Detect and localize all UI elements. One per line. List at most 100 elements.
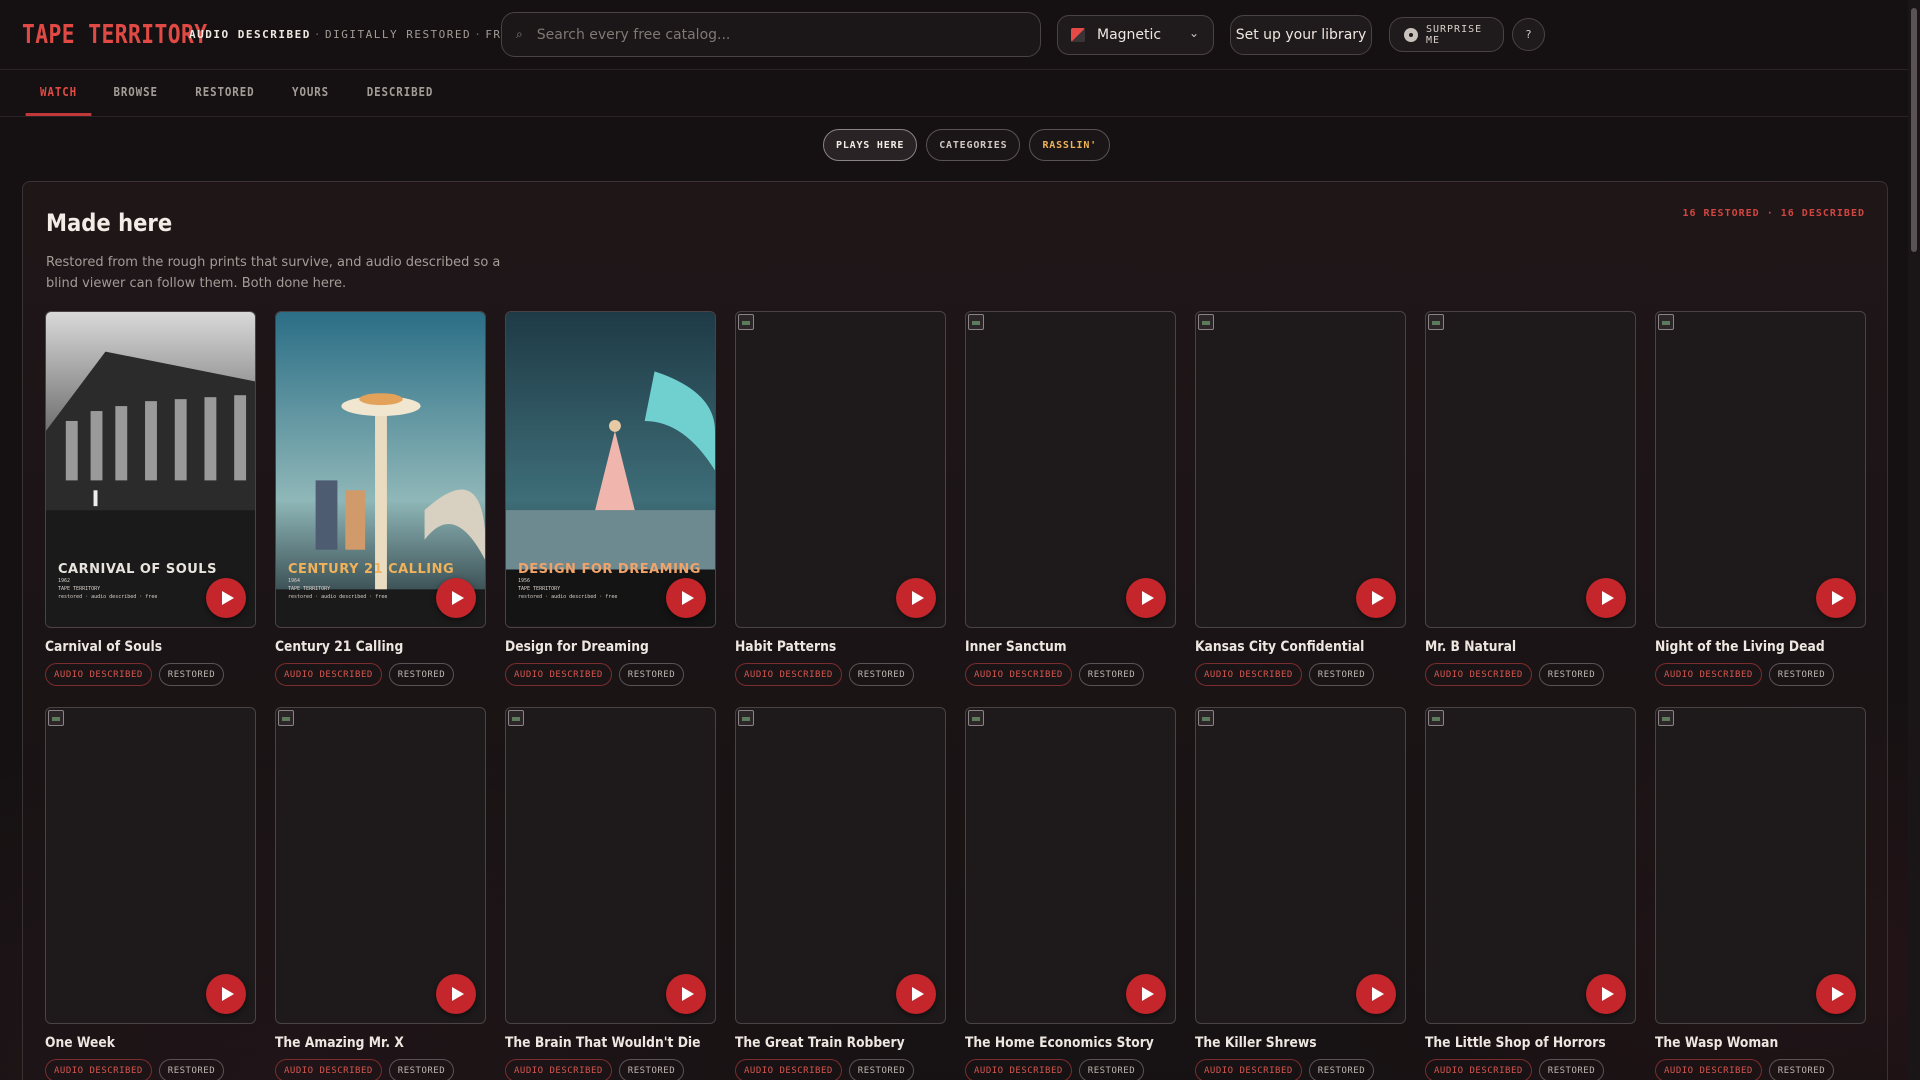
play-button[interactable] — [206, 974, 246, 1014]
film-title[interactable]: The Killer Shrews — [1195, 1035, 1381, 1051]
badge-restored: RESTORED — [848, 663, 915, 686]
film-card[interactable]: CARNIVAL OF SOULS 1962 TAPE TERRITORY resto… — [45, 311, 256, 686]
poster-year: 1964 — [288, 578, 301, 584]
film-poster[interactable] — [1195, 311, 1406, 628]
play-button[interactable] — [1586, 974, 1626, 1014]
film-card[interactable]: The Wasp Woman AUDIO DESCRIBED RESTORED — [1655, 707, 1866, 1080]
play-button[interactable] — [1816, 578, 1856, 618]
play-button[interactable] — [1356, 974, 1396, 1014]
film-title[interactable]: One Week — [45, 1035, 231, 1051]
film-poster[interactable] — [1655, 311, 1866, 628]
film-title[interactable]: The Great Train Robbery — [735, 1035, 921, 1051]
badge-restored: RESTORED — [1078, 1059, 1145, 1080]
film-poster[interactable] — [1425, 707, 1636, 1024]
play-button[interactable] — [436, 974, 476, 1014]
film-card[interactable]: The Amazing Mr. X AUDIO DESCRIBED RESTORED — [275, 707, 486, 1080]
film-poster[interactable] — [1195, 707, 1406, 1024]
film-card[interactable]: DESIGN FOR DREAMING 1956 TAPE TERRITORY res… — [505, 311, 716, 686]
badge-restored: RESTORED — [618, 1059, 685, 1080]
play-button[interactable] — [436, 578, 476, 618]
play-button[interactable] — [896, 578, 936, 618]
broken-image-icon — [48, 710, 64, 726]
film-title[interactable]: Mr. B Natural — [1425, 639, 1611, 655]
help-button[interactable]: ? — [1512, 18, 1545, 51]
tagline-restored: DIGITALLY RESTORED — [324, 28, 472, 41]
theme-select[interactable]: Magnetic ⌄ — [1057, 15, 1214, 55]
brand-logo[interactable]: TAPE TERRITORY — [22, 20, 207, 50]
film-card[interactable]: One Week AUDIO DESCRIBED RESTORED — [45, 707, 256, 1080]
tab-yours[interactable]: YOURS — [278, 72, 344, 116]
page-scrollbar[interactable] — [1908, 0, 1920, 1080]
film-badges: AUDIO DESCRIBED RESTORED — [735, 1059, 946, 1080]
film-title[interactable]: Habit Patterns — [735, 639, 921, 655]
film-poster[interactable] — [1425, 311, 1636, 628]
film-poster[interactable] — [965, 311, 1176, 628]
main-tabs: WATCH BROWSE RESTORED YOURS DESCRIBED — [22, 72, 453, 116]
film-card[interactable]: CENTURY 21 CALLING 1964 TAPE TERRITORY rest… — [275, 311, 486, 686]
pill-plays-here[interactable]: PLAYS HERE — [823, 129, 918, 161]
pill-rasslin[interactable]: RASSLIN' — [1029, 129, 1111, 161]
badge-audio-described: AUDIO DESCRIBED — [45, 1059, 152, 1080]
film-title[interactable]: The Little Shop of Horrors — [1425, 1035, 1611, 1051]
search-bar[interactable]: ⌕ — [501, 12, 1041, 57]
film-poster[interactable] — [505, 707, 716, 1024]
film-title[interactable]: Century 21 Calling — [275, 639, 461, 655]
badge-restored: RESTORED — [158, 663, 225, 686]
film-card[interactable]: The Killer Shrews AUDIO DESCRIBED RESTORED — [1195, 707, 1406, 1080]
film-card[interactable]: The Brain That Wouldn't Die AUDIO DESCRIB… — [505, 707, 716, 1080]
film-card[interactable]: Habit Patterns AUDIO DESCRIBED RESTORED — [735, 311, 946, 686]
film-title[interactable]: The Home Economics Story — [965, 1035, 1154, 1051]
film-title[interactable]: The Amazing Mr. X — [275, 1035, 461, 1051]
scrollbar-thumb[interactable] — [1911, 8, 1917, 252]
film-poster[interactable] — [45, 707, 256, 1024]
play-button[interactable] — [1816, 974, 1856, 1014]
film-card[interactable]: The Little Shop of Horrors AUDIO DESCRIBE… — [1425, 707, 1636, 1080]
film-title[interactable]: Night of the Living Dead — [1655, 639, 1841, 655]
film-card[interactable]: Inner Sanctum AUDIO DESCRIBED RESTORED — [965, 311, 1176, 686]
pill-categories[interactable]: CATEGORIES — [926, 129, 1021, 161]
film-poster[interactable] — [1655, 707, 1866, 1024]
broken-image-icon — [1198, 314, 1214, 330]
film-poster[interactable]: CENTURY 21 CALLING 1964 TAPE TERRITORY rest… — [275, 311, 486, 628]
badge-restored: RESTORED — [1078, 663, 1145, 686]
play-button[interactable] — [206, 578, 246, 618]
play-button[interactable] — [1586, 578, 1626, 618]
tab-restored[interactable]: RESTORED — [181, 72, 269, 116]
play-button[interactable] — [666, 974, 706, 1014]
theme-select-value: Magnetic — [1097, 27, 1162, 43]
film-card[interactable]: The Home Economics Story AUDIO DESCRIBED R… — [965, 707, 1176, 1080]
film-poster[interactable]: CARNIVAL OF SOULS 1962 TAPE TERRITORY resto… — [45, 311, 256, 628]
play-button[interactable] — [896, 974, 936, 1014]
setup-library-button[interactable]: Set up your library — [1230, 15, 1372, 55]
film-title[interactable]: The Brain That Wouldn't Die — [505, 1035, 701, 1051]
film-card[interactable]: The Great Train Robbery AUDIO DESCRIBED RE… — [735, 707, 946, 1080]
film-title[interactable]: Design for Dreaming — [505, 639, 691, 655]
poster-meta: restored · audio described · free — [518, 594, 618, 600]
film-poster[interactable] — [275, 707, 486, 1024]
badge-restored: RESTORED — [1308, 663, 1375, 686]
play-button[interactable] — [1126, 578, 1166, 618]
surprise-me-button[interactable]: SURPRISE ME — [1389, 17, 1504, 52]
film-badges: AUDIO DESCRIBED RESTORED — [1425, 663, 1636, 686]
film-title[interactable]: The Wasp Woman — [1655, 1035, 1841, 1051]
film-title[interactable]: Inner Sanctum — [965, 639, 1151, 655]
film-poster[interactable] — [735, 707, 946, 1024]
play-button[interactable] — [1126, 974, 1166, 1014]
film-badges: AUDIO DESCRIBED RESTORED — [505, 663, 716, 686]
broken-image-icon — [1428, 710, 1444, 726]
poster-year: 1956 — [518, 578, 531, 584]
film-card[interactable]: Night of the Living Dead AUDIO DESCRIBED R… — [1655, 311, 1866, 686]
play-button[interactable] — [1356, 578, 1396, 618]
film-poster[interactable]: DESIGN FOR DREAMING 1956 TAPE TERRITORY res… — [505, 311, 716, 628]
film-card[interactable]: Mr. B Natural AUDIO DESCRIBED RESTORED — [1425, 311, 1636, 686]
tab-described[interactable]: DESCRIBED — [353, 72, 448, 116]
film-card[interactable]: Kansas City Confidential AUDIO DESCRIBED R… — [1195, 311, 1406, 686]
film-poster[interactable] — [965, 707, 1176, 1024]
tab-browse[interactable]: BROWSE — [99, 72, 172, 116]
search-input[interactable] — [536, 26, 1017, 43]
film-title[interactable]: Carnival of Souls — [45, 639, 231, 655]
tab-watch[interactable]: WATCH — [25, 72, 92, 116]
play-button[interactable] — [666, 578, 706, 618]
film-title[interactable]: Kansas City Confidential — [1195, 639, 1381, 655]
film-poster[interactable] — [735, 311, 946, 628]
